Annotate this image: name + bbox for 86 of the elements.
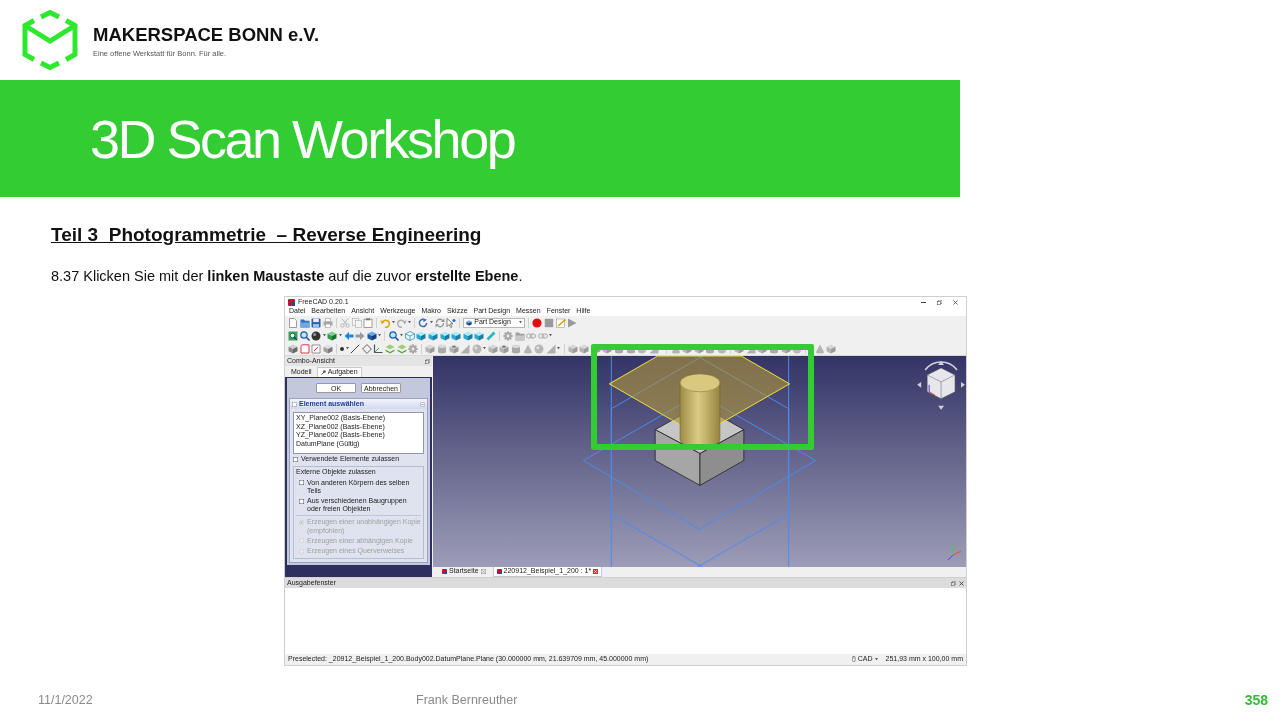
line-icon[interactable] <box>350 343 361 354</box>
caret-icon[interactable] <box>338 334 342 337</box>
checkbox[interactable] <box>299 498 304 504</box>
cube-logo-icon <box>22 10 78 70</box>
caret-icon[interactable] <box>400 334 404 337</box>
box-icon[interactable] <box>366 330 377 341</box>
layers-icon[interactable] <box>384 343 395 354</box>
caret-icon[interactable] <box>391 321 395 324</box>
checkbox[interactable] <box>293 456 298 462</box>
slide-date: 11/1/2022 <box>38 693 93 707</box>
caret-icon[interactable] <box>557 347 561 350</box>
block-icon[interactable] <box>579 343 590 354</box>
circular-arrow-icon[interactable] <box>418 317 429 328</box>
folder-icon[interactable] <box>299 317 310 328</box>
cylinder-icon[interactable] <box>511 343 522 354</box>
caret-icon[interactable] <box>519 321 523 324</box>
section-heading: Teil 3 Photogrammetrie – Reverse Engineering <box>51 224 482 246</box>
zoom-icon[interactable] <box>299 330 310 341</box>
navigation-cube-icon[interactable] <box>917 361 965 410</box>
restore-icon[interactable] <box>937 299 942 305</box>
layers-icon[interactable] <box>396 343 407 354</box>
wedge-icon[interactable] <box>460 343 471 354</box>
cube-icon[interactable] <box>288 343 298 354</box>
block-icon[interactable] <box>826 343 837 354</box>
gear-icon[interactable] <box>408 343 419 354</box>
point-icon[interactable] <box>339 346 344 351</box>
clipboard-icon[interactable] <box>363 317 374 328</box>
3d-viewport[interactable] <box>433 356 966 567</box>
brand-name: MAKERSPACE BONN e.V. <box>93 24 320 46</box>
block-icon[interactable] <box>487 343 498 354</box>
caret-icon[interactable] <box>874 658 878 661</box>
slide-title: 3D Scan Workshop <box>90 107 515 170</box>
block-icon[interactable] <box>425 343 436 354</box>
link-icon[interactable] <box>526 330 537 341</box>
fit-all-icon[interactable] <box>288 330 298 341</box>
app-logo-icon <box>496 569 502 574</box>
caret-icon[interactable] <box>483 347 487 350</box>
view-cube-icon[interactable] <box>451 330 462 341</box>
pencil-icon[interactable] <box>555 317 566 328</box>
undock-icon[interactable] <box>425 358 430 364</box>
caret-icon[interactable] <box>378 334 382 337</box>
cone-icon[interactable] <box>522 343 533 354</box>
collapse-icon[interactable] <box>420 401 425 407</box>
wrench-icon <box>320 370 326 375</box>
gear-icon[interactable] <box>503 330 514 341</box>
stop-icon[interactable] <box>544 317 555 328</box>
slide-author: Frank Bernreuther <box>416 693 518 707</box>
view-cube-icon[interactable] <box>427 330 438 341</box>
close-icon[interactable] <box>953 299 958 305</box>
folder-icon[interactable] <box>514 330 525 341</box>
close-icon[interactable] <box>959 580 964 586</box>
caret-icon[interactable] <box>408 321 412 324</box>
minimize-icon[interactable] <box>921 301 926 303</box>
block-icon[interactable] <box>567 343 578 354</box>
page-number: 358 <box>1244 692 1268 708</box>
save-icon[interactable] <box>311 317 322 328</box>
cube-icon <box>466 319 473 326</box>
cylinder-icon[interactable] <box>436 343 447 354</box>
cube-outline-icon[interactable] <box>404 330 415 341</box>
view-cube-icon[interactable] <box>462 330 473 341</box>
ruler-icon[interactable] <box>485 330 496 341</box>
undock-icon[interactable] <box>951 580 956 586</box>
instruction-text: 8.37 Klicken Sie mit der linken Maustaste auf die zuvor erstellte Ebene. <box>51 267 523 285</box>
checkbox[interactable] <box>299 480 304 486</box>
app-logo-icon <box>288 298 295 306</box>
caret-icon[interactable] <box>549 334 553 337</box>
mouse-icon <box>852 656 856 663</box>
sphere-icon[interactable] <box>311 330 322 341</box>
block-with-hole-icon[interactable] <box>448 343 459 354</box>
sketch-icon[interactable] <box>311 343 322 354</box>
cube-icon[interactable] <box>322 343 333 354</box>
block-with-hole-icon[interactable] <box>499 343 510 354</box>
view-cube-icon[interactable] <box>439 330 450 341</box>
caret-icon[interactable] <box>429 321 433 324</box>
record-icon[interactable] <box>532 317 543 328</box>
refresh-icon[interactable] <box>434 317 445 328</box>
pointer-icon[interactable] <box>446 317 457 328</box>
caret-icon[interactable] <box>322 334 326 337</box>
caret-icon[interactable] <box>345 347 349 350</box>
view-cube-icon[interactable] <box>416 330 427 341</box>
zoom-icon[interactable] <box>388 330 399 341</box>
view-cube-icon[interactable] <box>474 330 485 341</box>
axes-icon[interactable] <box>373 343 384 354</box>
app-logo-icon <box>442 569 447 574</box>
cube-icon[interactable] <box>327 330 338 341</box>
axis-cross-icon <box>947 543 962 561</box>
